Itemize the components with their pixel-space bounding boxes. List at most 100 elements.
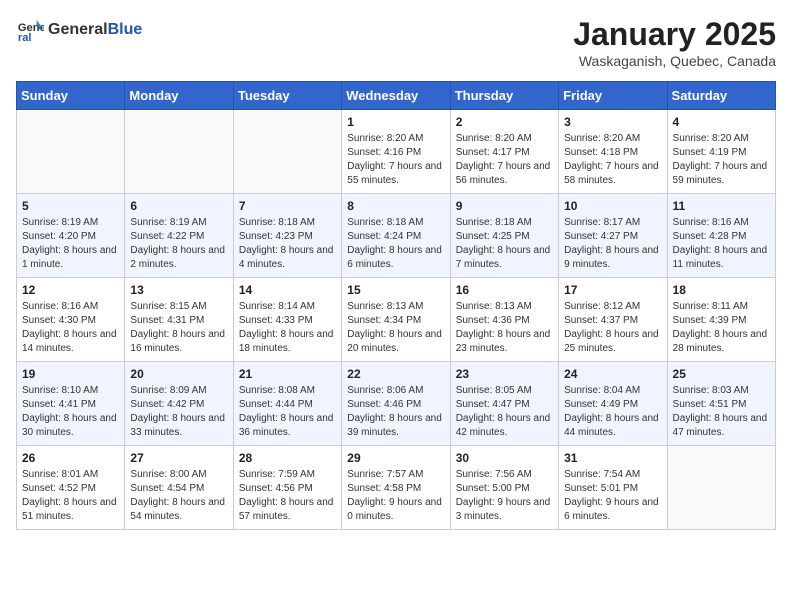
day-info: Sunrise: 8:13 AMSunset: 4:36 PMDaylight:… [456,300,553,356]
weekday-header: Thursday [450,82,558,110]
calendar-cell: 21 Sunrise: 8:08 AMSunset: 4:44 PMDaylig… [233,362,341,446]
calendar-cell: 12 Sunrise: 8:16 AMSunset: 4:30 PMDaylig… [17,278,125,362]
calendar-cell [667,446,775,530]
day-info: Sunrise: 8:00 AMSunset: 4:54 PMDaylight:… [130,468,227,524]
day-info: Sunrise: 8:03 AMSunset: 4:51 PMDaylight:… [673,384,770,440]
calendar-cell: 15 Sunrise: 8:13 AMSunset: 4:34 PMDaylig… [342,278,450,362]
day-number: 26 [22,451,119,465]
day-number: 19 [22,367,119,381]
day-number: 10 [564,199,661,213]
calendar-cell: 29 Sunrise: 7:57 AMSunset: 4:58 PMDaylig… [342,446,450,530]
day-number: 6 [130,199,227,213]
calendar-table: SundayMondayTuesdayWednesdayThursdayFrid… [16,81,776,530]
logo-blue: Blue [108,21,143,38]
calendar-cell: 7 Sunrise: 8:18 AMSunset: 4:23 PMDayligh… [233,194,341,278]
calendar-cell: 8 Sunrise: 8:18 AMSunset: 4:24 PMDayligh… [342,194,450,278]
day-number: 1 [347,115,444,129]
day-number: 8 [347,199,444,213]
day-info: Sunrise: 8:15 AMSunset: 4:31 PMDaylight:… [130,300,227,356]
calendar-cell: 14 Sunrise: 8:14 AMSunset: 4:33 PMDaylig… [233,278,341,362]
day-info: Sunrise: 8:20 AMSunset: 4:16 PMDaylight:… [347,132,444,188]
day-number: 9 [456,199,553,213]
calendar-cell: 22 Sunrise: 8:06 AMSunset: 4:46 PMDaylig… [342,362,450,446]
calendar-cell: 25 Sunrise: 8:03 AMSunset: 4:51 PMDaylig… [667,362,775,446]
weekday-header: Friday [559,82,667,110]
day-info: Sunrise: 8:13 AMSunset: 4:34 PMDaylight:… [347,300,444,356]
day-info: Sunrise: 7:57 AMSunset: 4:58 PMDaylight:… [347,468,444,524]
calendar-cell [17,110,125,194]
weekday-header: Sunday [17,82,125,110]
day-info: Sunrise: 7:56 AMSunset: 5:00 PMDaylight:… [456,468,553,524]
day-info: Sunrise: 8:18 AMSunset: 4:24 PMDaylight:… [347,216,444,272]
day-number: 28 [239,451,336,465]
weekday-header: Wednesday [342,82,450,110]
calendar-week-row: 1 Sunrise: 8:20 AMSunset: 4:16 PMDayligh… [17,110,776,194]
day-info: Sunrise: 8:05 AMSunset: 4:47 PMDaylight:… [456,384,553,440]
day-number: 31 [564,451,661,465]
day-info: Sunrise: 8:14 AMSunset: 4:33 PMDaylight:… [239,300,336,356]
calendar-cell: 17 Sunrise: 8:12 AMSunset: 4:37 PMDaylig… [559,278,667,362]
day-number: 20 [130,367,227,381]
day-number: 25 [673,367,770,381]
day-info: Sunrise: 8:09 AMSunset: 4:42 PMDaylight:… [130,384,227,440]
day-number: 24 [564,367,661,381]
day-info: Sunrise: 8:19 AMSunset: 4:20 PMDaylight:… [22,216,119,272]
day-info: Sunrise: 8:18 AMSunset: 4:25 PMDaylight:… [456,216,553,272]
day-number: 3 [564,115,661,129]
logo-icon: Gene ral [16,16,44,44]
calendar-cell: 20 Sunrise: 8:09 AMSunset: 4:42 PMDaylig… [125,362,233,446]
calendar-cell: 3 Sunrise: 8:20 AMSunset: 4:18 PMDayligh… [559,110,667,194]
day-info: Sunrise: 8:08 AMSunset: 4:44 PMDaylight:… [239,384,336,440]
calendar-cell: 30 Sunrise: 7:56 AMSunset: 5:00 PMDaylig… [450,446,558,530]
day-number: 23 [456,367,553,381]
logo-text: GeneralBlue [48,21,142,39]
calendar-cell: 6 Sunrise: 8:19 AMSunset: 4:22 PMDayligh… [125,194,233,278]
day-info: Sunrise: 8:18 AMSunset: 4:23 PMDaylight:… [239,216,336,272]
calendar-cell: 10 Sunrise: 8:17 AMSunset: 4:27 PMDaylig… [559,194,667,278]
calendar-cell: 27 Sunrise: 8:00 AMSunset: 4:54 PMDaylig… [125,446,233,530]
calendar-week-row: 26 Sunrise: 8:01 AMSunset: 4:52 PMDaylig… [17,446,776,530]
calendar-cell: 23 Sunrise: 8:05 AMSunset: 4:47 PMDaylig… [450,362,558,446]
day-info: Sunrise: 8:20 AMSunset: 4:18 PMDaylight:… [564,132,661,188]
day-info: Sunrise: 8:20 AMSunset: 4:17 PMDaylight:… [456,132,553,188]
day-info: Sunrise: 8:04 AMSunset: 4:49 PMDaylight:… [564,384,661,440]
day-info: Sunrise: 8:10 AMSunset: 4:41 PMDaylight:… [22,384,119,440]
day-number: 7 [239,199,336,213]
calendar-cell: 26 Sunrise: 8:01 AMSunset: 4:52 PMDaylig… [17,446,125,530]
svg-text:ral: ral [18,32,32,44]
title-area: January 2025 Waskaganish, Quebec, Canada [573,16,776,69]
day-number: 4 [673,115,770,129]
calendar-cell: 5 Sunrise: 8:19 AMSunset: 4:20 PMDayligh… [17,194,125,278]
day-number: 5 [22,199,119,213]
day-number: 30 [456,451,553,465]
calendar-cell: 31 Sunrise: 7:54 AMSunset: 5:01 PMDaylig… [559,446,667,530]
calendar-cell: 1 Sunrise: 8:20 AMSunset: 4:16 PMDayligh… [342,110,450,194]
day-number: 15 [347,283,444,297]
logo: Gene ral GeneralBlue [16,16,142,44]
calendar-week-row: 5 Sunrise: 8:19 AMSunset: 4:20 PMDayligh… [17,194,776,278]
calendar-cell [125,110,233,194]
calendar-cell: 28 Sunrise: 7:59 AMSunset: 4:56 PMDaylig… [233,446,341,530]
weekday-header: Saturday [667,82,775,110]
calendar-cell: 9 Sunrise: 8:18 AMSunset: 4:25 PMDayligh… [450,194,558,278]
day-number: 29 [347,451,444,465]
day-info: Sunrise: 8:06 AMSunset: 4:46 PMDaylight:… [347,384,444,440]
day-number: 11 [673,199,770,213]
calendar-cell: 4 Sunrise: 8:20 AMSunset: 4:19 PMDayligh… [667,110,775,194]
day-info: Sunrise: 8:01 AMSunset: 4:52 PMDaylight:… [22,468,119,524]
day-info: Sunrise: 8:12 AMSunset: 4:37 PMDaylight:… [564,300,661,356]
day-info: Sunrise: 8:16 AMSunset: 4:30 PMDaylight:… [22,300,119,356]
day-number: 13 [130,283,227,297]
calendar-title: January 2025 [573,16,776,53]
calendar-cell: 13 Sunrise: 8:15 AMSunset: 4:31 PMDaylig… [125,278,233,362]
day-number: 12 [22,283,119,297]
day-number: 22 [347,367,444,381]
calendar-cell: 16 Sunrise: 8:13 AMSunset: 4:36 PMDaylig… [450,278,558,362]
day-number: 21 [239,367,336,381]
day-number: 16 [456,283,553,297]
day-number: 17 [564,283,661,297]
header: Gene ral GeneralBlue January 2025 Waskag… [16,16,776,69]
calendar-cell: 24 Sunrise: 8:04 AMSunset: 4:49 PMDaylig… [559,362,667,446]
calendar-cell: 18 Sunrise: 8:11 AMSunset: 4:39 PMDaylig… [667,278,775,362]
day-info: Sunrise: 8:19 AMSunset: 4:22 PMDaylight:… [130,216,227,272]
